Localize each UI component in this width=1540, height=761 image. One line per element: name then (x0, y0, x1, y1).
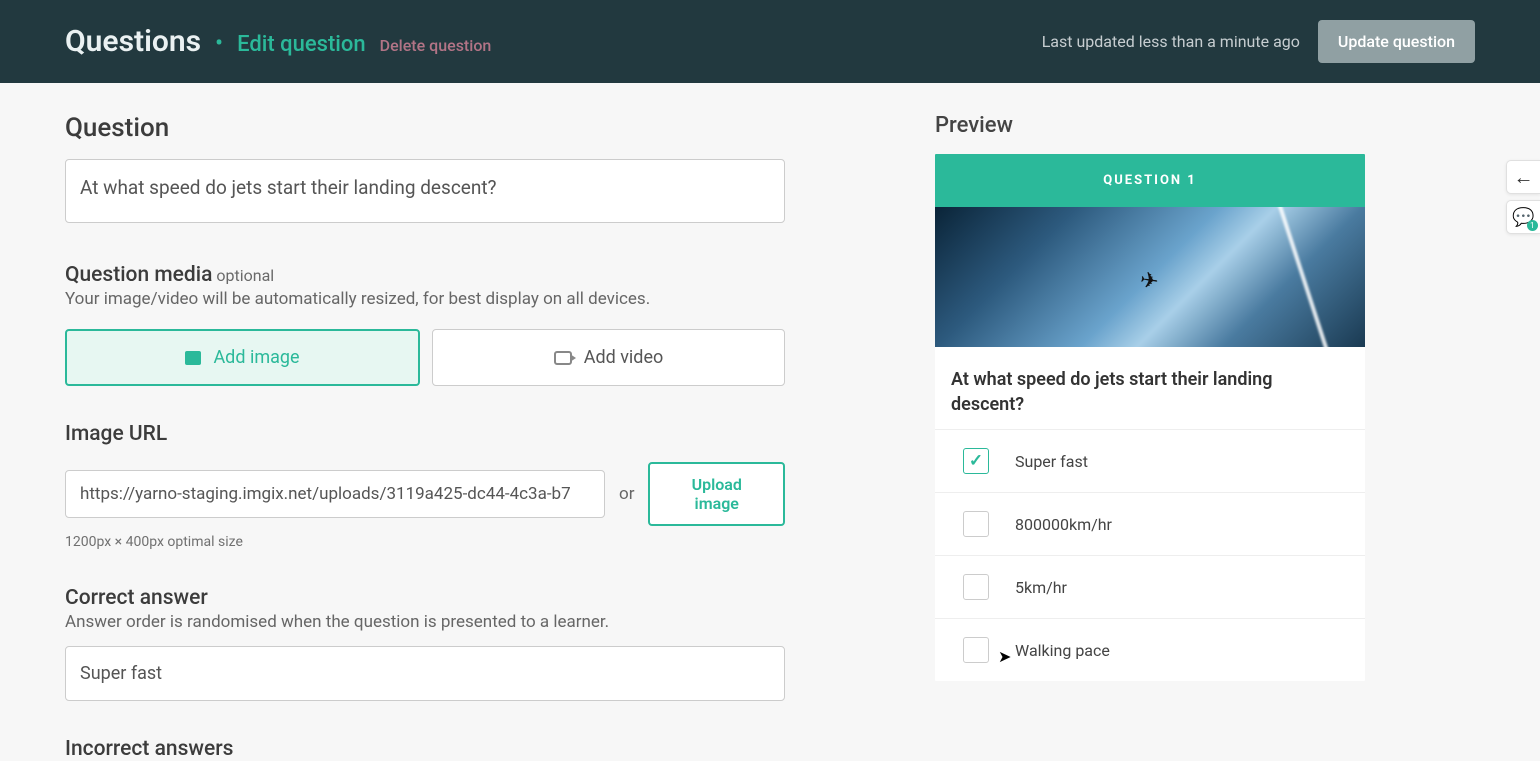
media-section-desc: Your image/video will be automatically r… (65, 289, 785, 309)
preview-option[interactable]: Walking pace (935, 618, 1365, 681)
side-controls: ← 💬1 (1506, 160, 1540, 234)
checkbox-checked[interactable]: ✓ (963, 448, 989, 474)
update-question-button[interactable]: Update question (1318, 20, 1475, 63)
preview-column: Preview QUESTION 1 ✈ At what speed do je… (935, 113, 1365, 761)
back-button[interactable]: ← (1506, 160, 1540, 194)
correct-answer-desc: Answer order is randomised when the ques… (65, 612, 785, 632)
image-url-section: Image URL or Upload image 1200px × 400px… (65, 422, 785, 550)
chat-icon: 💬1 (1512, 207, 1534, 228)
option-label: Super fast (1015, 452, 1088, 471)
header-bar: Questions • Edit question Delete questio… (0, 0, 1540, 83)
delete-question-link[interactable]: Delete question (380, 36, 492, 55)
option-label: 5km/hr (1015, 578, 1067, 597)
form-column: Question At what speed do jets start the… (65, 113, 785, 761)
image-icon (185, 351, 201, 365)
preview-image: ✈ (935, 207, 1365, 347)
image-url-row: or Upload image (65, 462, 785, 526)
chat-badge: 1 (1527, 220, 1538, 231)
preview-question-text: At what speed do jets start their landin… (935, 347, 1365, 429)
incorrect-answers-label: Incorrect answers (65, 737, 785, 761)
preview-option[interactable]: ✓ Super fast (935, 429, 1365, 492)
check-icon: ✓ (969, 451, 983, 471)
arrow-left-icon: ← (1514, 165, 1534, 190)
last-updated-text: Last updated less than a minute ago (1042, 32, 1300, 51)
add-video-button[interactable]: Add video (432, 329, 785, 386)
or-text: or (619, 484, 634, 504)
checkbox[interactable] (963, 574, 989, 600)
preview-option[interactable]: 5km/hr (935, 555, 1365, 618)
upload-image-button[interactable]: Upload image (648, 462, 785, 526)
image-url-label: Image URL (65, 422, 785, 446)
correct-answer-label: Correct answer (65, 586, 785, 610)
add-image-button[interactable]: Add image (65, 329, 420, 386)
media-section: Question media optional Your image/video… (65, 263, 785, 386)
question-text-input[interactable]: At what speed do jets start their landin… (65, 159, 785, 223)
preview-card: QUESTION 1 ✈ At what speed do jets start… (935, 154, 1365, 681)
preview-banner: QUESTION 1 (935, 154, 1365, 207)
checkbox[interactable] (963, 637, 989, 663)
separator-dot: • (215, 29, 223, 57)
preview-option[interactable]: 800000km/hr (935, 492, 1365, 555)
video-icon (554, 351, 572, 365)
image-url-input[interactable] (65, 470, 605, 518)
page-title: Questions (65, 24, 201, 59)
option-label: 800000km/hr (1015, 515, 1112, 534)
incorrect-answers-section: Incorrect answers (65, 737, 785, 761)
add-video-label: Add video (584, 347, 664, 368)
chat-button[interactable]: 💬1 (1506, 200, 1540, 234)
option-label: Walking pace (1015, 641, 1110, 660)
header-right: Last updated less than a minute ago Upda… (1042, 20, 1475, 63)
question-section-title: Question (65, 113, 785, 143)
media-optional-label: optional (216, 266, 274, 285)
plane-icon: ✈ (1138, 268, 1160, 295)
media-section-title: Question media (65, 263, 212, 287)
add-image-label: Add image (213, 347, 299, 368)
breadcrumb-edit[interactable]: Edit question (237, 32, 365, 57)
image-size-hint: 1200px × 400px optimal size (65, 534, 785, 550)
preview-label: Preview (935, 113, 1365, 138)
main-content: Question At what speed do jets start the… (0, 83, 1540, 761)
header-left: Questions • Edit question Delete questio… (65, 24, 491, 59)
checkbox[interactable] (963, 511, 989, 537)
correct-answer-input[interactable] (65, 646, 785, 701)
correct-answer-section: Correct answer Answer order is randomise… (65, 586, 785, 701)
media-buttons: Add image Add video (65, 329, 785, 386)
